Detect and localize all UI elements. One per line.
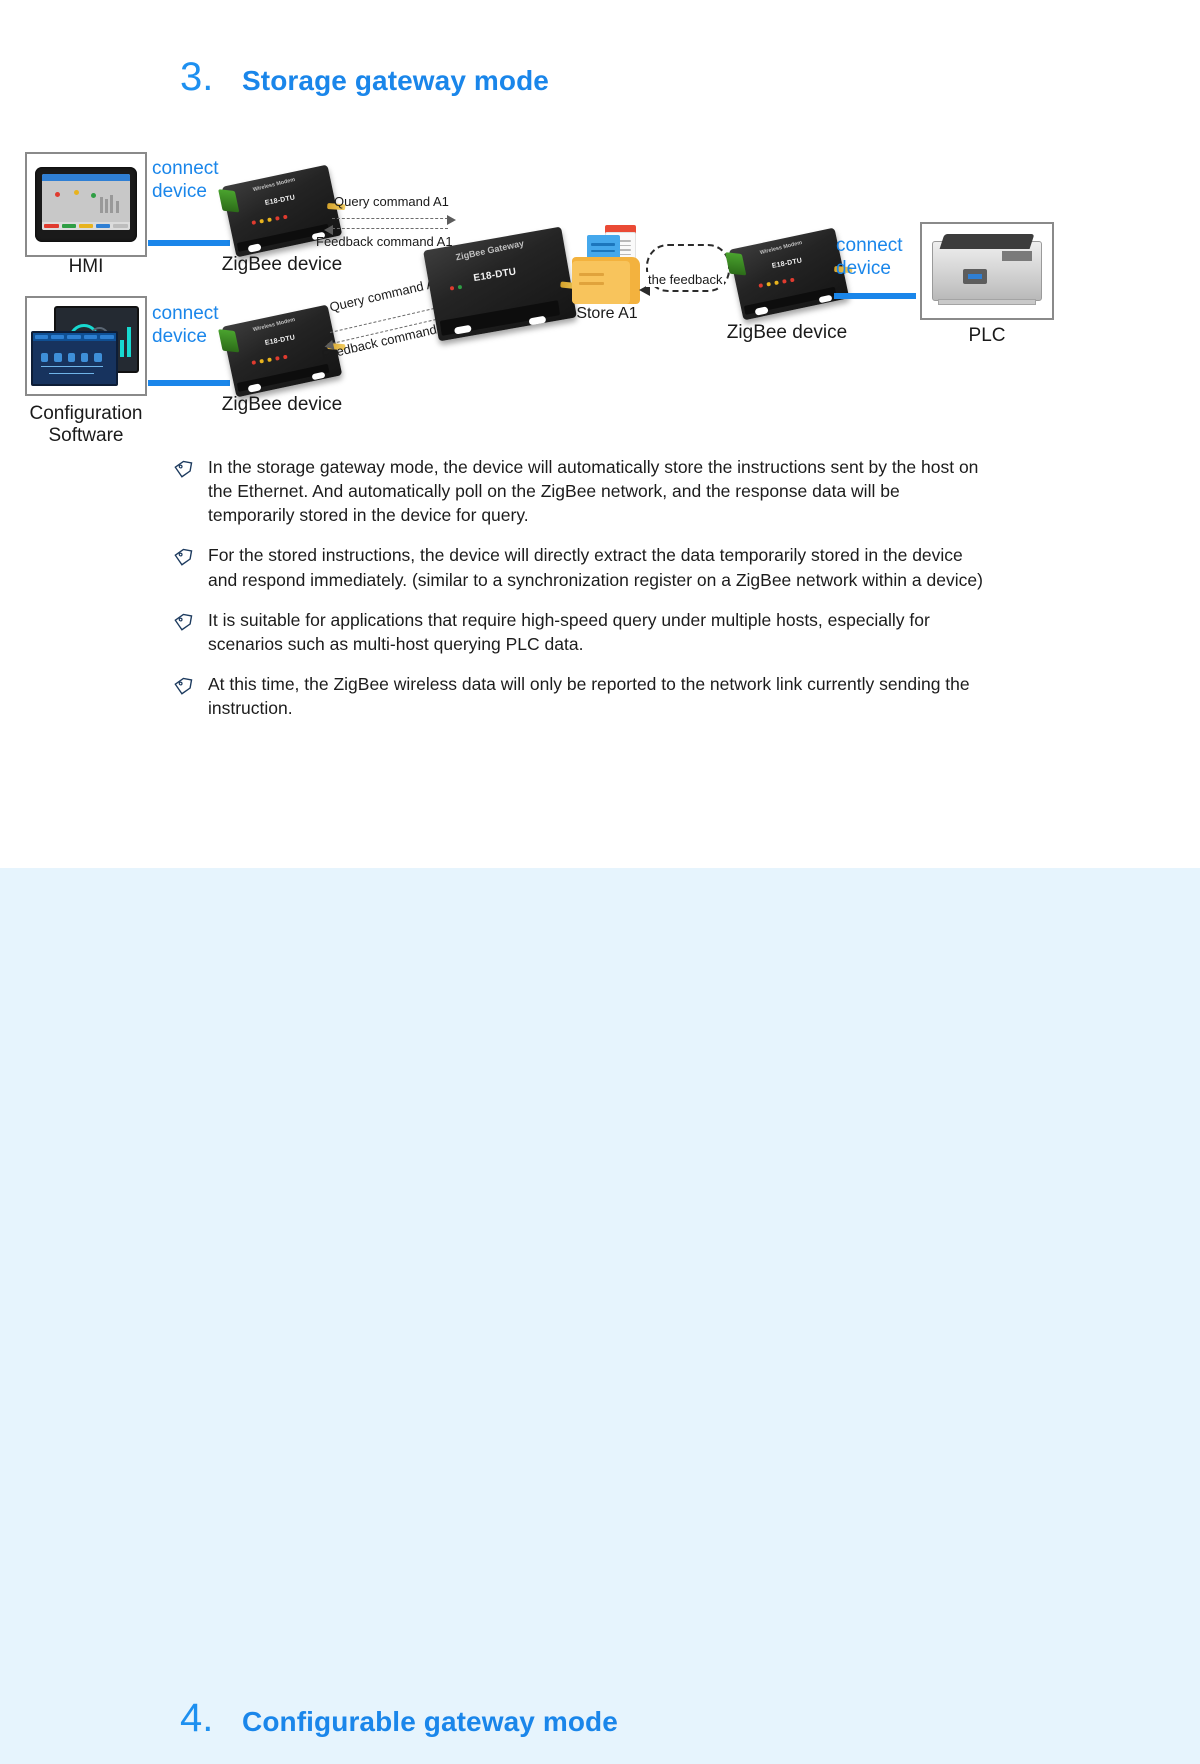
config-software-label: Configuration Software [29, 403, 143, 447]
tag-icon [172, 457, 194, 484]
section-storage-gateway-mode: 3. Storage gateway mode HMI Configuratio… [0, 0, 1200, 868]
list-item-text: In the storage gateway mode, the device … [208, 457, 979, 526]
plc-photo-frame [920, 222, 1054, 320]
flow-label-query-top: Query command A1 [334, 194, 449, 209]
flow-arrow-feedback-top [324, 224, 448, 235]
store-a1-label: Store A1 [576, 305, 638, 322]
connect-line-config [148, 380, 230, 386]
connect-device-label-config: connect device [152, 303, 219, 348]
config-screen-front [30, 330, 118, 387]
list-item: At this time, the ZigBee wireless data w… [172, 672, 984, 720]
list-item: In the storage gateway mode, the device … [172, 455, 984, 527]
plc-device-image [932, 234, 1042, 306]
zigbee-device-label-top-left: ZigBee device [221, 254, 343, 275]
config-software-image [27, 298, 145, 394]
config-software-photo-frame [25, 296, 147, 396]
hmi-label: HMI [68, 256, 104, 277]
plc-label: PLC [968, 325, 1006, 346]
connect-device-label-hmi: connect device [152, 158, 219, 203]
page-root: 3. Storage gateway mode HMI Configuratio… [0, 0, 1200, 1764]
store-folder-icon [572, 224, 640, 304]
section-4-number: 4. [180, 1696, 214, 1740]
zigbee-device-right: Wireless Modem E18-DTU [724, 227, 854, 321]
zigbee-device-label-right: ZigBee device [726, 322, 848, 343]
section-4-title: Configurable gateway mode [242, 1706, 618, 1737]
section-3-title: Storage gateway mode [242, 65, 549, 96]
flow-label-query-bottom: Query command A1 [328, 274, 444, 315]
list-item-text: For the stored instructions, the device … [208, 545, 983, 590]
hmi-device-image [35, 167, 137, 242]
connect-device-label-plc: connect device [836, 235, 903, 280]
section-configurable-gateway-mode: 4. Configurable gateway mode [0, 868, 1200, 1764]
connect-line-hmi [148, 240, 230, 246]
tag-icon [172, 674, 194, 701]
list-item-text: It is suitable for applications that req… [208, 609, 930, 654]
hmi-screen [42, 174, 130, 230]
flow-label-feedback-top: Feedback command A1 [316, 234, 453, 249]
hmi-photo-frame [25, 152, 147, 257]
hmi-bottom-bar [42, 221, 130, 230]
list-item: It is suitable for applications that req… [172, 608, 984, 656]
flow-label-the-feedback: the feedback [646, 272, 725, 287]
section-4-heading: 4. Configurable gateway mode [180, 1696, 618, 1741]
hmi-top-bar [42, 174, 130, 182]
section-3-heading: 3. Storage gateway mode [180, 55, 549, 100]
list-item-text: At this time, the ZigBee wireless data w… [208, 673, 970, 719]
connect-line-plc [834, 293, 916, 299]
list-item: For the stored instructions, the device … [172, 543, 984, 591]
flow-arrow-query-top [332, 214, 456, 225]
section-3-bullet-list: In the storage gateway mode, the device … [172, 455, 984, 736]
tag-icon [172, 610, 194, 637]
zigbee-device-label-bottom-left: ZigBee device [221, 394, 343, 415]
hmi-body [42, 181, 130, 222]
tag-icon [172, 545, 194, 572]
section-3-number: 3. [180, 55, 214, 99]
